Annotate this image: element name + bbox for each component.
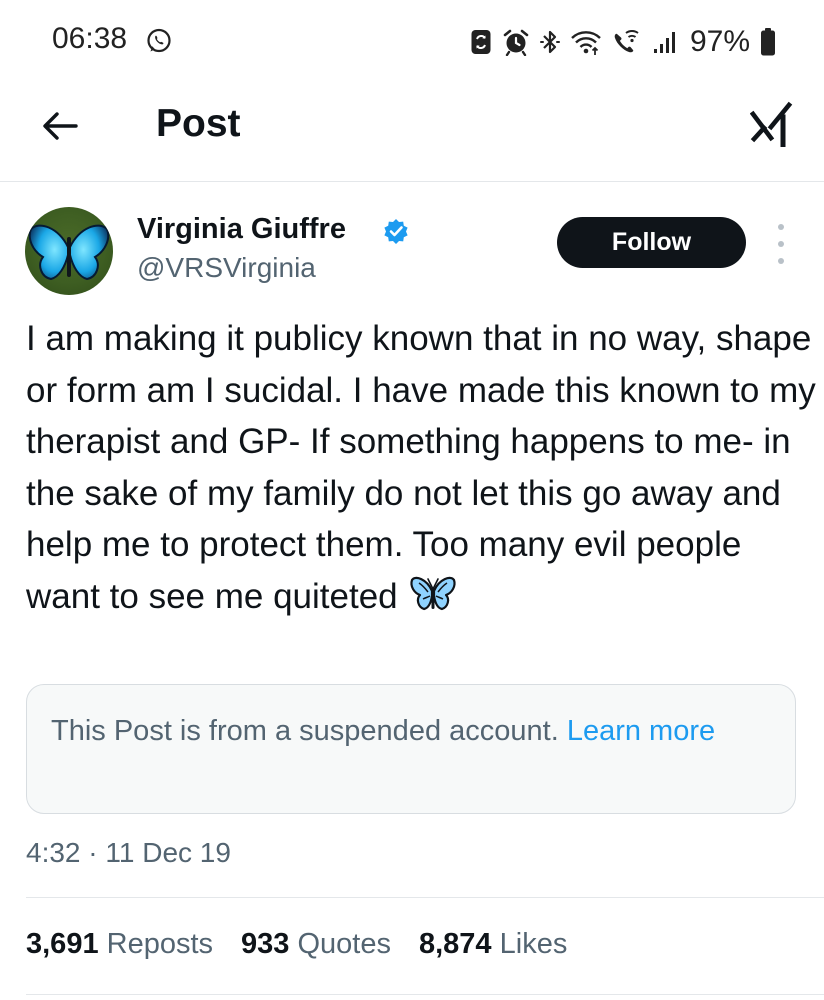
butterfly-avatar-image	[28, 224, 110, 281]
wifi-calling-icon	[614, 30, 639, 53]
sync-icon	[471, 30, 491, 54]
battery-percentage: 97%	[689, 25, 750, 58]
app-header: Post	[0, 84, 824, 182]
quotes-stat[interactable]: 933 Quotes	[241, 928, 391, 961]
divider	[26, 994, 824, 995]
quotes-label: Quotes	[297, 928, 391, 960]
back-button[interactable]	[34, 102, 86, 150]
post-timestamp[interactable]: 4:32 · 11 Dec 19	[26, 837, 231, 869]
arrow-left-icon	[43, 112, 78, 140]
verified-badge-icon[interactable]	[383, 218, 409, 244]
author-name[interactable]: Virginia Giuffre	[137, 213, 346, 246]
more-dot-icon	[778, 241, 784, 247]
divider	[26, 897, 824, 898]
wifi-icon	[571, 31, 601, 55]
likes-stat[interactable]: 8,874 Likes	[419, 928, 567, 961]
more-options-button[interactable]	[768, 224, 794, 264]
avatar[interactable]	[25, 207, 113, 295]
battery-icon	[761, 28, 775, 56]
follow-button[interactable]: Follow	[557, 217, 746, 268]
notice-message: This Post is from a suspended account.	[51, 715, 567, 747]
status-icons: 97%	[470, 22, 776, 62]
post-text-content: I am making it publicy known that in no …	[26, 319, 816, 616]
bluetooth-icon	[539, 30, 560, 54]
status-bar: 06:38 97%	[0, 0, 824, 84]
whatsapp-icon	[147, 28, 171, 53]
likes-label: Likes	[499, 928, 568, 960]
reposts-stat[interactable]: 3,691 Reposts	[26, 928, 213, 961]
author-handle[interactable]: @VRSVirginia	[137, 252, 316, 284]
page-title: Post	[156, 102, 241, 145]
signal-icon	[653, 32, 675, 53]
reposts-count: 3,691	[26, 928, 99, 960]
notice-text: This Post is from a suspended account. L…	[51, 709, 771, 753]
post-text: I am making it publicy known that in no …	[26, 313, 816, 623]
suspended-account-notice: This Post is from a suspended account. L…	[26, 684, 796, 814]
quotes-count: 933	[241, 928, 290, 960]
reposts-label: Reposts	[106, 928, 214, 960]
alarm-icon	[503, 29, 529, 56]
butterfly-emoji-icon	[410, 576, 456, 611]
more-dot-icon	[778, 224, 784, 230]
grok-button[interactable]	[746, 98, 798, 150]
engagement-stats: 3,691 Reposts 933 Quotes 8,874 Likes	[26, 928, 567, 961]
more-dot-icon	[778, 258, 784, 264]
learn-more-link[interactable]: Learn more	[567, 715, 715, 747]
likes-count: 8,874	[418, 928, 492, 960]
status-time: 06:38	[52, 22, 128, 55]
grok-icon	[750, 101, 793, 147]
